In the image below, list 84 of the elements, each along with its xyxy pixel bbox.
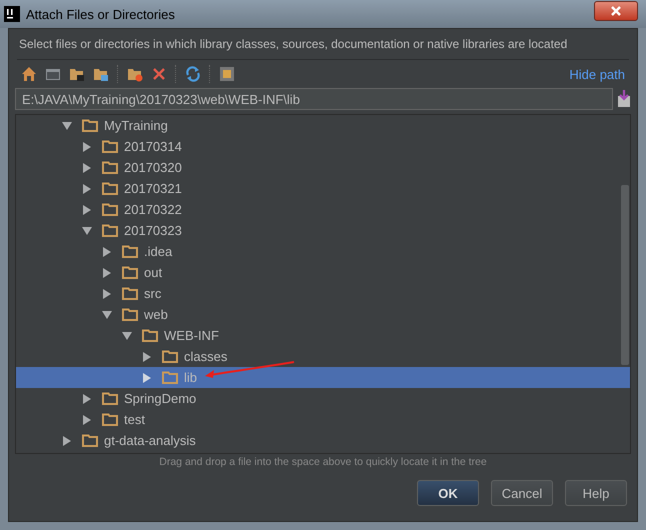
tree-item-label: MyTraining (104, 118, 168, 133)
delete-icon[interactable] (151, 66, 167, 82)
tree-item-label: web (144, 307, 168, 322)
tree-item[interactable]: 20170322 (16, 199, 630, 220)
dialog-button[interactable]: Help (565, 480, 627, 506)
folder-icon (82, 119, 98, 132)
download-icon[interactable] (617, 90, 631, 108)
tree-item-label: lib (184, 370, 198, 385)
folder-icon (162, 371, 178, 384)
tree-item[interactable]: web (16, 304, 630, 325)
tree-item-label: out (144, 265, 162, 280)
home-icon[interactable] (21, 66, 37, 82)
tree-item[interactable]: MyTraining (16, 115, 630, 136)
tree-item-label: 20170323 (124, 223, 182, 238)
tree-item[interactable]: .idea (16, 241, 630, 262)
tree-item[interactable]: WEB-INF (16, 325, 630, 346)
tree-item-label: src (144, 286, 162, 301)
hidden-files-icon[interactable] (219, 66, 235, 82)
tree-item[interactable]: gt-data-analysis (16, 430, 630, 451)
expand-arrow-icon[interactable] (82, 142, 92, 152)
scrollbar-thumb[interactable] (621, 185, 629, 365)
tree-item[interactable]: src (16, 283, 630, 304)
folder-icon (102, 161, 118, 174)
expand-arrow-icon[interactable] (82, 226, 92, 236)
folder-icon (102, 203, 118, 216)
expand-arrow-icon[interactable] (82, 184, 92, 194)
refresh-icon[interactable] (185, 66, 201, 82)
app-logo-icon (4, 6, 20, 22)
tree-item-label: WEB-INF (164, 328, 219, 343)
path-field[interactable]: E:\JAVA\MyTraining\20170323\web\WEB-INF\lib (15, 88, 613, 110)
folder-icon (82, 434, 98, 447)
expand-arrow-icon[interactable] (82, 414, 92, 424)
expand-arrow-icon[interactable] (142, 372, 152, 382)
description-text: Select files or directories in which library classes, sources, documentation or native libraries are located (18, 36, 568, 53)
folder-icon (102, 392, 118, 405)
window-title: Attach Files or Directories (26, 6, 176, 22)
folder-icon (162, 350, 178, 363)
folder-icon[interactable] (93, 66, 109, 82)
expand-arrow-icon[interactable] (102, 268, 112, 278)
new-folder-icon[interactable] (127, 66, 143, 82)
expand-arrow-icon[interactable] (102, 310, 112, 320)
hide-path-link[interactable]: Hide path (569, 66, 625, 82)
tree-item-label: .idea (144, 244, 172, 259)
expand-arrow-icon[interactable] (142, 352, 152, 362)
tree-item-label: classes (184, 349, 228, 364)
tree-item[interactable]: SpringDemo (16, 388, 630, 409)
folder-icon (142, 329, 158, 342)
close-icon (610, 6, 622, 16)
tree-item-label: 20170314 (124, 139, 182, 154)
tree-item[interactable]: out (16, 262, 630, 283)
tree-item-label: test (124, 412, 145, 427)
expand-arrow-icon[interactable] (102, 246, 112, 256)
expand-arrow-icon[interactable] (122, 330, 132, 340)
folder-icon (122, 308, 138, 321)
expand-arrow-icon[interactable] (82, 204, 92, 214)
expand-arrow-icon[interactable] (102, 288, 112, 298)
expand-arrow-icon[interactable] (62, 436, 72, 446)
dialog-button[interactable]: OK (417, 480, 479, 506)
tree-item[interactable]: 20170323 (16, 220, 630, 241)
tree-item[interactable]: 20170321 (16, 178, 630, 199)
folder-icon[interactable] (69, 66, 85, 82)
tree-item[interactable]: 20170314 (16, 136, 630, 157)
tree-item-label: 20170322 (124, 202, 182, 217)
folder-icon (102, 182, 118, 195)
tree-item-label: gt-data-analysis (104, 433, 196, 448)
tree-item[interactable]: test (16, 409, 630, 430)
tree-item-label: 20170320 (124, 160, 182, 175)
dialog-button[interactable]: Cancel (491, 480, 553, 506)
folder-icon (122, 266, 138, 279)
tree-item-label: SpringDemo (124, 391, 196, 406)
desktop-icon[interactable] (45, 66, 61, 82)
folder-icon (102, 413, 118, 426)
tree-item[interactable]: classes (16, 346, 630, 367)
close-button[interactable] (594, 1, 638, 21)
expand-arrow-icon[interactable] (62, 120, 72, 130)
hint-text: Drag and drop a file into the space above to quickly locate it in the tree (158, 455, 488, 470)
tree-item-label: 20170321 (124, 181, 182, 196)
expand-arrow-icon[interactable] (82, 162, 92, 172)
folder-icon (122, 245, 138, 258)
tree-item[interactable]: 20170320 (16, 157, 630, 178)
folder-icon (122, 287, 138, 300)
folder-icon (102, 224, 118, 237)
expand-arrow-icon[interactable] (82, 394, 92, 404)
folder-icon (102, 140, 118, 153)
